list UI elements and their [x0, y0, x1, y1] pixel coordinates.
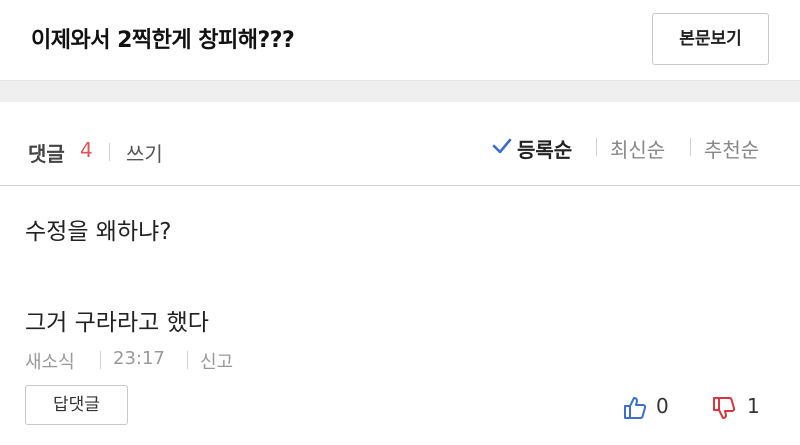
dislike-count: 1 — [747, 394, 760, 418]
post-header: 이제와서 2찍한게 창피해??? 본문보기 — [0, 0, 800, 80]
divider — [596, 138, 597, 156]
comment-toolbar: 댓글 4 쓰기 등록순 최신순 추천순 — [0, 102, 800, 186]
section-divider — [0, 80, 800, 102]
thumbs-down-icon[interactable] — [711, 395, 737, 421]
like-count: 0 — [656, 394, 669, 418]
sort-recommended[interactable]: 추천순 — [704, 134, 759, 163]
divider — [100, 351, 101, 369]
thumbs-up-icon[interactable] — [622, 395, 648, 421]
reply-button[interactable]: 답댓글 — [25, 385, 128, 425]
check-icon — [492, 138, 512, 154]
comments-label: 댓글 — [28, 142, 65, 166]
divider — [187, 351, 188, 369]
comment-text-line-1: 수정을 왜하냐? — [25, 219, 172, 245]
comment-author[interactable]: 새소식 — [25, 348, 75, 374]
divider — [109, 143, 110, 161]
write-comment-link[interactable]: 쓰기 — [126, 138, 163, 167]
report-link[interactable]: 신고 — [200, 348, 233, 374]
sort-latest[interactable]: 최신순 — [610, 134, 665, 163]
comment-time: 23:17 — [113, 348, 165, 369]
comment-text-line-2: 그거 구라라고 했다 — [25, 310, 209, 336]
comment-count: 4 — [80, 138, 93, 162]
sort-registered[interactable]: 등록순 — [517, 134, 572, 163]
view-body-button[interactable]: 본문보기 — [652, 13, 769, 65]
divider — [690, 138, 691, 156]
post-title: 이제와서 2찍한게 창피해??? — [31, 28, 295, 53]
